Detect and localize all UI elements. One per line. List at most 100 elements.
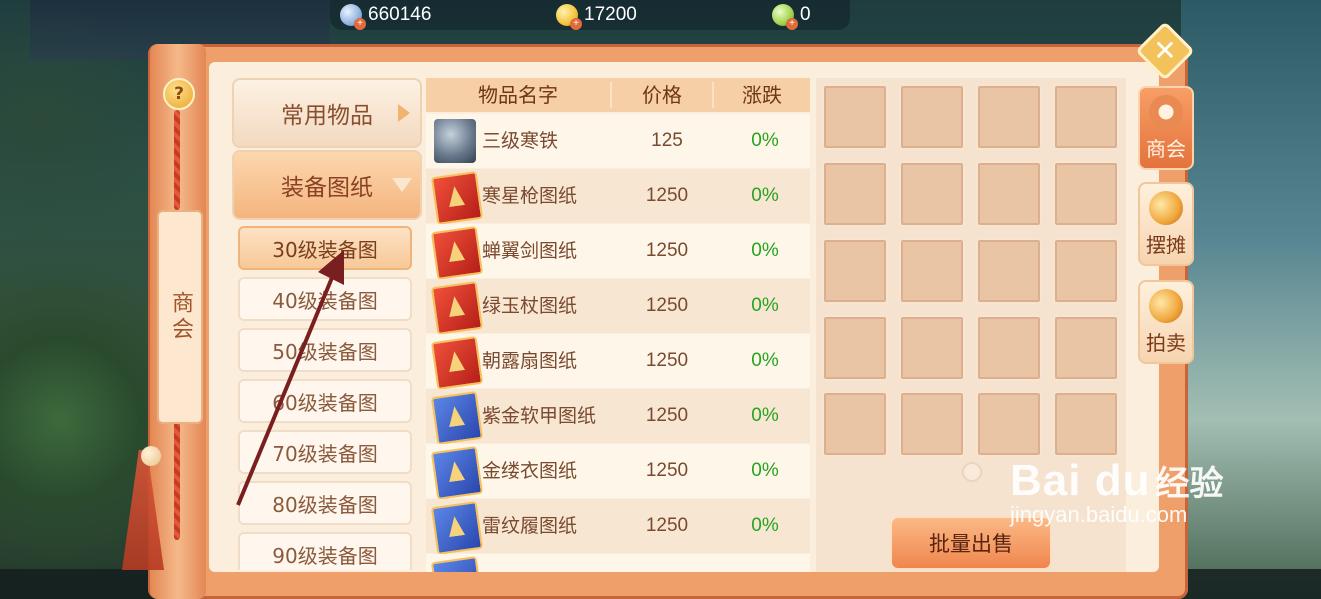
inventory-slot[interactable] xyxy=(899,315,965,381)
silver-amount: 660146 xyxy=(368,4,432,25)
coin-stack-icon xyxy=(1149,289,1183,323)
tab-label: 摆摊 xyxy=(1146,233,1186,257)
subcategory-item[interactable]: 40级装备图 xyxy=(238,277,412,321)
table-row[interactable]: 绿玉杖图纸 1250 0% xyxy=(426,279,810,335)
subcategory-item[interactable]: 50级装备图 xyxy=(238,328,412,372)
gold-currency[interactable]: + 17200 xyxy=(556,3,637,30)
inventory-slot[interactable] xyxy=(976,315,1042,381)
tab-label: 商会 xyxy=(1146,137,1186,161)
item-change: 0% xyxy=(751,240,779,261)
rope-decoration xyxy=(174,420,180,540)
item-change: 0% xyxy=(751,350,779,371)
item-change: 0% xyxy=(751,295,779,316)
item-price: 1250 xyxy=(645,460,689,481)
item-name: 三级寒铁 xyxy=(482,130,559,152)
item-price: 1250 xyxy=(645,240,689,261)
item-name: 紫金软甲图纸 xyxy=(482,405,597,427)
table-row[interactable]: 寒星枪图纸 1250 0% xyxy=(426,169,810,225)
tab-stall[interactable]: 摆摊 xyxy=(1138,182,1194,266)
inventory-slot[interactable] xyxy=(899,161,965,227)
subcategory-item[interactable]: 60级装备图 xyxy=(238,379,412,423)
red-blueprint-icon xyxy=(430,226,484,280)
inventory-slot[interactable] xyxy=(976,238,1042,304)
inventory-slot[interactable] xyxy=(899,84,965,150)
chevron-right-icon xyxy=(398,104,410,122)
red-blueprint-icon xyxy=(430,281,484,335)
close-button[interactable]: ✕ xyxy=(1135,21,1195,81)
item-name: 雷纹履图纸 xyxy=(482,515,578,537)
inventory-slot[interactable] xyxy=(822,238,888,304)
watermark-logo: Bai du xyxy=(1010,456,1151,505)
subcategory-item[interactable]: 70级装备图 xyxy=(238,430,412,474)
jade-currency[interactable]: + 0 xyxy=(772,3,811,30)
silver-currency[interactable]: + 660146 xyxy=(340,3,432,30)
inventory-slot[interactable] xyxy=(1053,391,1119,457)
tab-guild[interactable]: 商会 xyxy=(1138,86,1194,170)
red-blueprint-icon xyxy=(430,336,484,390)
red-blueprint-icon xyxy=(430,171,484,225)
jade-icon: + xyxy=(772,4,798,30)
category-label: 装备图纸 xyxy=(281,175,373,201)
subcategory-item[interactable]: 30级装备图 xyxy=(238,226,412,270)
inventory-slot[interactable] xyxy=(976,391,1042,457)
item-name: 蝉翼剑图纸 xyxy=(482,240,578,262)
header-item-name: 物品名字 xyxy=(478,83,558,107)
page-indicator-dot xyxy=(962,462,982,482)
watermark: Bai du 经验 jingyan.baidu.com xyxy=(1010,456,1224,528)
side-title-banner: 商会 xyxy=(157,210,203,424)
inventory-slot[interactable] xyxy=(1053,84,1119,150)
inventory-slot[interactable] xyxy=(976,161,1042,227)
inventory-slot[interactable] xyxy=(899,238,965,304)
inventory-slot[interactable] xyxy=(822,161,888,227)
item-change: 0% xyxy=(751,460,779,481)
inventory-slot[interactable] xyxy=(976,84,1042,150)
item-price: 1250 xyxy=(645,295,689,316)
category-label: 常用物品 xyxy=(281,103,373,129)
inventory-slot[interactable] xyxy=(822,391,888,457)
subcategory-item[interactable]: 80级装备图 xyxy=(238,481,412,525)
inventory-slot[interactable] xyxy=(1053,161,1119,227)
item-change: 0% xyxy=(751,185,779,206)
tab-auction[interactable]: 拍卖 xyxy=(1138,280,1194,364)
side-title-text: 商会 xyxy=(168,291,193,343)
gold-amount: 17200 xyxy=(584,4,637,25)
jade-amount: 0 xyxy=(800,4,811,25)
category-common-items[interactable]: 常用物品 xyxy=(232,78,422,148)
background-foliage-left xyxy=(0,0,150,599)
inventory-slot[interactable] xyxy=(822,315,888,381)
blue-blueprint-icon xyxy=(430,556,484,572)
subcategory-list[interactable]: 30级装备图 40级装备图 50级装备图 60级装备图 70级装备图 80级装备… xyxy=(232,220,418,570)
inventory-slot[interactable] xyxy=(1053,315,1119,381)
blue-blueprint-icon xyxy=(430,446,484,500)
rope-decoration xyxy=(174,110,180,210)
bead-decoration xyxy=(141,446,161,466)
chevron-down-icon xyxy=(392,178,412,192)
table-row[interactable]: 紫金软甲图纸 1250 0% xyxy=(426,389,810,445)
inventory-slot[interactable] xyxy=(822,84,888,150)
table-row[interactable]: 蝉翼剑图纸 1250 0% xyxy=(426,224,810,280)
item-name: 金缕衣图纸 xyxy=(482,460,578,482)
close-icon: ✕ xyxy=(1153,34,1177,67)
help-button[interactable]: ? xyxy=(163,78,195,110)
table-row[interactable]: 朝露扇图纸 1250 0% xyxy=(426,334,810,390)
table-row[interactable]: 三级寒铁 125 0% xyxy=(426,114,810,168)
item-name: 绿玉杖图纸 xyxy=(482,295,578,317)
category-equipment-blueprints[interactable]: 装备图纸 xyxy=(232,150,422,220)
inventory-slot[interactable] xyxy=(899,391,965,457)
iron-ore-icon xyxy=(434,119,476,163)
item-change: 0% xyxy=(751,405,779,426)
item-price: 1250 xyxy=(645,515,689,536)
item-name: 寒星枪图纸 xyxy=(482,185,578,207)
coins-icon xyxy=(1149,191,1183,225)
watermark-brand: 经验 xyxy=(1155,464,1224,504)
table-row[interactable]: 金缕衣图纸 1250 0% xyxy=(426,444,810,500)
item-price: 125 xyxy=(651,130,683,151)
tab-label: 拍卖 xyxy=(1146,331,1186,355)
table-row[interactable] xyxy=(426,554,810,572)
subcategory-item[interactable]: 90级装备图 xyxy=(238,532,412,570)
header-change: 涨跌 xyxy=(742,83,782,107)
inventory-slot[interactable] xyxy=(1053,238,1119,304)
gold-coin-icon: + xyxy=(556,4,582,30)
item-price-table[interactable]: 物品名字 价格 涨跌 三级寒铁 125 0% 寒星枪图纸 1250 0% 蝉翼剑… xyxy=(426,78,810,572)
table-row[interactable]: 雷纹履图纸 1250 0% xyxy=(426,499,810,555)
